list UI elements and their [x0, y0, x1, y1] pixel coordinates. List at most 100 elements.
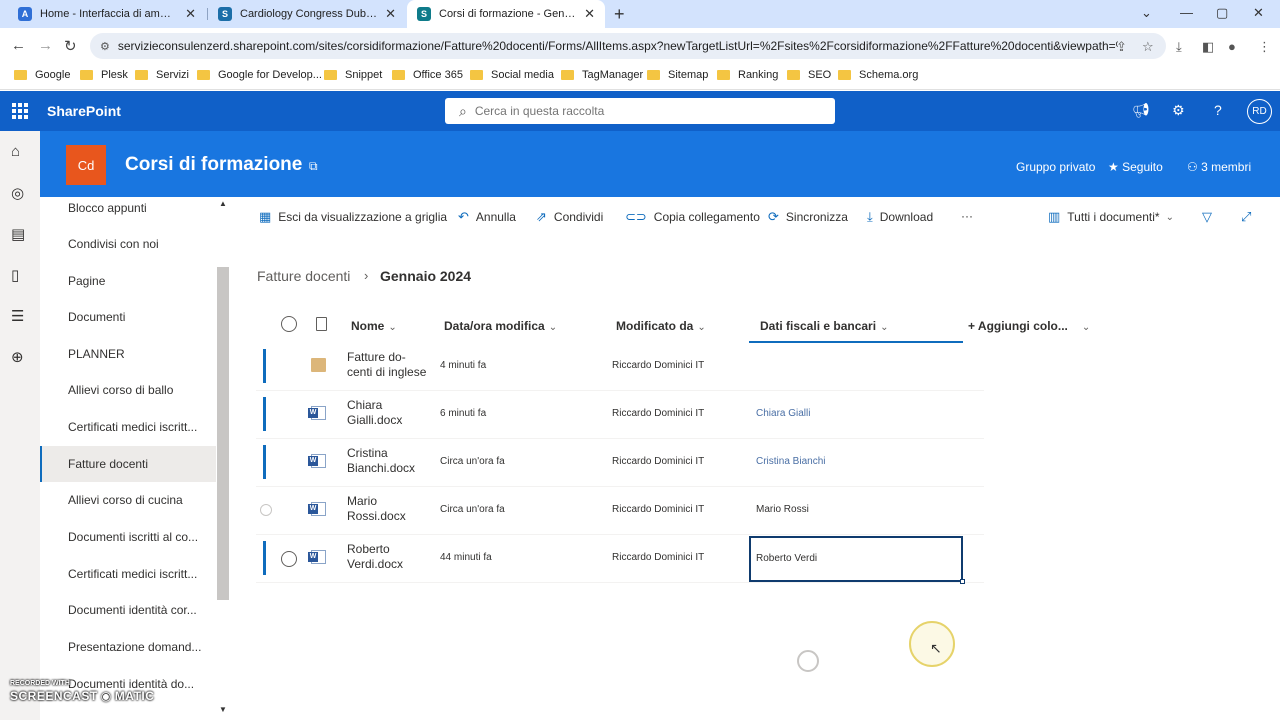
close-icon[interactable]: ✕ — [584, 6, 595, 22]
help-icon[interactable]: ? — [1214, 102, 1222, 118]
nav-item[interactable]: Pagine — [40, 263, 216, 299]
sync-button[interactable]: ⟳ Sincronizza — [768, 209, 848, 225]
nav-item[interactable]: Certificati medici iscritt... — [40, 556, 216, 592]
forward-arrow-icon[interactable]: → — [38, 37, 53, 54]
nav-item[interactable]: Allievi corso di ballo — [40, 372, 216, 408]
nav-item[interactable]: Documenti identità cor... — [40, 592, 216, 628]
close-icon[interactable]: ✕ — [385, 6, 396, 22]
fiscal-cell[interactable]: Cristina Bianchi — [756, 456, 825, 467]
window-close-icon[interactable]: ✕ — [1253, 5, 1264, 21]
bookmark-folder[interactable]: Office 365 — [392, 69, 463, 81]
column-header-name[interactable]: Nome ⌄ — [351, 319, 397, 333]
tab-search-icon[interactable]: ⌄ — [1141, 5, 1152, 21]
scrollbar-thumb[interactable] — [217, 267, 229, 600]
list-icon[interactable]: ☰ — [11, 307, 24, 325]
download-icon[interactable]: ⤓ — [1176, 39, 1182, 55]
fiscal-cell[interactable]: Chiara Gialli — [756, 408, 810, 419]
app-launcher-icon[interactable] — [12, 103, 28, 119]
home-icon[interactable]: ⌂ — [11, 143, 20, 160]
bookmark-folder[interactable]: Google — [14, 69, 70, 81]
new-tab-icon[interactable]: + — [614, 4, 625, 25]
browser-tab-corsi[interactable]: S Corsi di formazione - Gennaio 2 ✕ — [407, 0, 605, 28]
fiscal-cell[interactable]: Mario Rossi — [756, 504, 809, 515]
column-header-modified-by[interactable]: Modificato da ⌄ — [616, 319, 706, 333]
bookmark-star-icon[interactable]: ☆ — [1142, 39, 1154, 55]
site-title[interactable]: Corsi di formazione — [125, 154, 302, 176]
site-info-icon[interactable]: ⚙ — [100, 40, 110, 53]
file-type-icon[interactable] — [316, 317, 327, 331]
close-icon[interactable]: ✕ — [185, 6, 196, 22]
add-circle-icon[interactable]: ⊕ — [11, 348, 24, 366]
bookmark-folder[interactable]: Sitemap — [647, 69, 708, 81]
download-button[interactable]: ⤓ Download — [867, 209, 933, 225]
bookmark-folder[interactable]: Social media — [470, 69, 554, 81]
add-column-button[interactable]: + Aggiungi colo... ⌄ — [968, 319, 1090, 333]
expand-button[interactable]: ⤢ — [1241, 209, 1258, 225]
address-bar[interactable]: ⚙ servizieconsulenzerd.sharepoint.com/si… — [90, 33, 1166, 59]
nav-item[interactable]: Allievi corso di cucina — [40, 482, 216, 518]
bookmark-folder[interactable]: Snippet — [324, 69, 382, 81]
file-name[interactable]: Fatture do- centi di inglese — [347, 350, 431, 380]
exit-grid-view-button[interactable]: ▦ Esci da visualizzazione a griglia — [259, 209, 447, 225]
members-button[interactable]: ⚇ 3 membri — [1187, 160, 1251, 174]
scroll-up-icon[interactable]: ▲ — [219, 199, 227, 208]
menu-kebab-icon[interactable]: ⋮ — [1258, 39, 1271, 55]
nav-item[interactable]: Blocco appunti — [40, 197, 216, 226]
browser-tab-admin[interactable]: A Home - Interfaccia di amministr ✕ — [8, 0, 206, 28]
row-checkbox[interactable] — [281, 551, 297, 567]
nav-item[interactable]: PLANNER — [40, 336, 216, 372]
gear-icon[interactable]: ⚙ — [1172, 102, 1185, 119]
file-icon[interactable]: ▯ — [11, 266, 19, 284]
filter-button[interactable]: ▽ — [1202, 209, 1219, 225]
table-row[interactable]: Fatture do- centi di inglese 4 minuti fa… — [256, 343, 984, 391]
nav-item-fatture-docenti[interactable]: Fatture docenti — [40, 446, 216, 482]
teams-icon[interactable]: ⧉ — [309, 159, 318, 174]
search-input[interactable] — [474, 104, 795, 118]
fiscal-cell-editor[interactable]: Roberto Verdi — [749, 536, 965, 584]
follow-button[interactable]: ★ Seguito — [1108, 160, 1163, 174]
megaphone-icon[interactable]: 📢︎ — [1132, 102, 1150, 119]
copy-link-button[interactable]: ⊂⊃ Copia collegamento — [625, 209, 760, 225]
table-row[interactable]: Mario Rossi.docx Circa un'ora fa Riccard… — [256, 487, 984, 535]
file-name[interactable]: Mario Rossi.docx — [347, 494, 431, 524]
fill-handle[interactable] — [960, 579, 965, 584]
library-search[interactable]: ⌕ — [445, 98, 835, 124]
nav-scrollbar[interactable]: ▲ ▼ — [217, 197, 229, 720]
avatar[interactable]: RD — [1247, 99, 1272, 124]
browser-tab-cardiology[interactable]: S Cardiology Congress Dubai Sep ✕ — [208, 0, 406, 28]
file-name[interactable]: Cristina Bianchi.docx — [347, 446, 431, 476]
view-switcher[interactable]: ▥ Tutti i documenti* ⌄ — [1048, 209, 1174, 225]
nav-item[interactable]: Documenti iscritti al co... — [40, 519, 216, 555]
nav-item[interactable]: Condivisi con noi — [40, 226, 216, 262]
sharepoint-brand[interactable]: SharePoint — [47, 103, 121, 119]
nav-item[interactable]: Certificati medici iscritt... — [40, 409, 216, 445]
maximize-icon[interactable]: ▢ — [1216, 5, 1228, 21]
column-header-modified[interactable]: Data/ora modifica ⌄ — [444, 319, 557, 333]
more-commands-button[interactable]: ··· — [961, 209, 973, 223]
bookmark-folder[interactable]: Servizi — [135, 69, 189, 81]
bookmark-folder[interactable]: SEO — [787, 69, 831, 81]
share-button[interactable]: ⇗ Condividi — [536, 209, 603, 225]
profile-icon[interactable]: ● — [1228, 39, 1236, 54]
reload-icon[interactable]: ↻ — [64, 37, 77, 55]
share-page-icon[interactable]: ⇪ — [1116, 39, 1127, 55]
nav-item[interactable]: Presentazione domand... — [40, 629, 216, 665]
breadcrumb-parent[interactable]: Fatture docenti — [257, 268, 350, 284]
file-name[interactable]: Roberto Verdi.docx — [347, 542, 431, 572]
bookmark-folder[interactable]: Google for Develop... — [197, 69, 322, 81]
file-name[interactable]: Chiara Gialli.docx — [347, 398, 431, 428]
nav-item[interactable]: Documenti — [40, 299, 216, 335]
bookmark-folder[interactable]: Plesk — [80, 69, 128, 81]
back-arrow-icon[interactable]: ← — [11, 37, 26, 54]
column-header-fiscal[interactable]: Dati fiscali e bancari ⌄ — [760, 319, 888, 333]
row-checkbox[interactable] — [260, 504, 272, 516]
table-row[interactable]: Cristina Bianchi.docx Circa un'ora fa Ri… — [256, 439, 984, 487]
table-row[interactable]: Chiara Gialli.docx 6 minuti fa Riccardo … — [256, 391, 984, 439]
select-all-checkbox[interactable] — [281, 316, 297, 332]
news-icon[interactable]: ▤ — [11, 225, 25, 243]
bookmark-folder[interactable]: Ranking — [717, 69, 778, 81]
globe-icon[interactable]: ◎ — [11, 184, 24, 202]
bookmark-folder[interactable]: TagManager — [561, 69, 643, 81]
scroll-down-icon[interactable]: ▼ — [219, 705, 227, 714]
site-logo[interactable]: Cd — [66, 145, 106, 185]
